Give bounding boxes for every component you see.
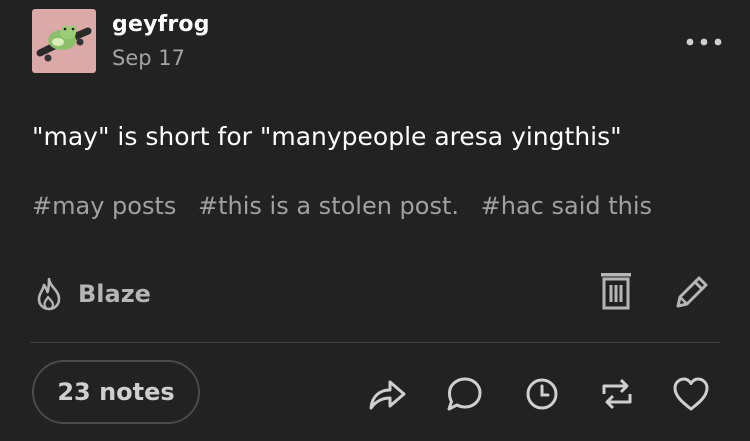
- share-icon: [369, 380, 406, 410]
- post-date[interactable]: Sep 17: [112, 46, 185, 70]
- trash-icon: [601, 273, 631, 310]
- reblog-button[interactable]: [596, 374, 638, 414]
- delete-button[interactable]: [598, 270, 634, 312]
- post-card: geyfrog Sep 17 "may" is short for "manyp…: [0, 0, 750, 441]
- tag-link[interactable]: #hac said this: [481, 192, 652, 220]
- frog-skateboard-avatar-icon: [36, 25, 92, 62]
- edit-button[interactable]: [672, 272, 712, 312]
- divider: [30, 342, 720, 343]
- heart-icon: [673, 377, 709, 411]
- speech-bubble-icon: [447, 377, 482, 411]
- more-options-icon: [686, 38, 722, 46]
- schedule-button[interactable]: [522, 374, 562, 414]
- reblog-icon: [602, 378, 632, 410]
- pencil-icon: [676, 276, 708, 308]
- clock-icon: [526, 378, 558, 410]
- avatar[interactable]: [32, 9, 96, 73]
- more-options-button[interactable]: [682, 30, 726, 54]
- reply-button[interactable]: [444, 374, 484, 414]
- tag-list: #may posts #this is a stolen post. #hac …: [32, 192, 666, 220]
- notes-button[interactable]: 23 notes: [32, 360, 200, 424]
- like-button[interactable]: [670, 374, 712, 414]
- blaze-label: Blaze: [78, 280, 151, 308]
- blaze-button[interactable]: Blaze: [32, 274, 151, 314]
- tag-link[interactable]: #may posts: [32, 192, 176, 220]
- post-text: "may" is short for "manypeople aresa yin…: [32, 122, 622, 151]
- share-button[interactable]: [366, 374, 408, 414]
- flame-icon: [37, 277, 61, 311]
- tag-link[interactable]: #this is a stolen post.: [198, 192, 459, 220]
- post-author[interactable]: geyfrog: [112, 12, 210, 37]
